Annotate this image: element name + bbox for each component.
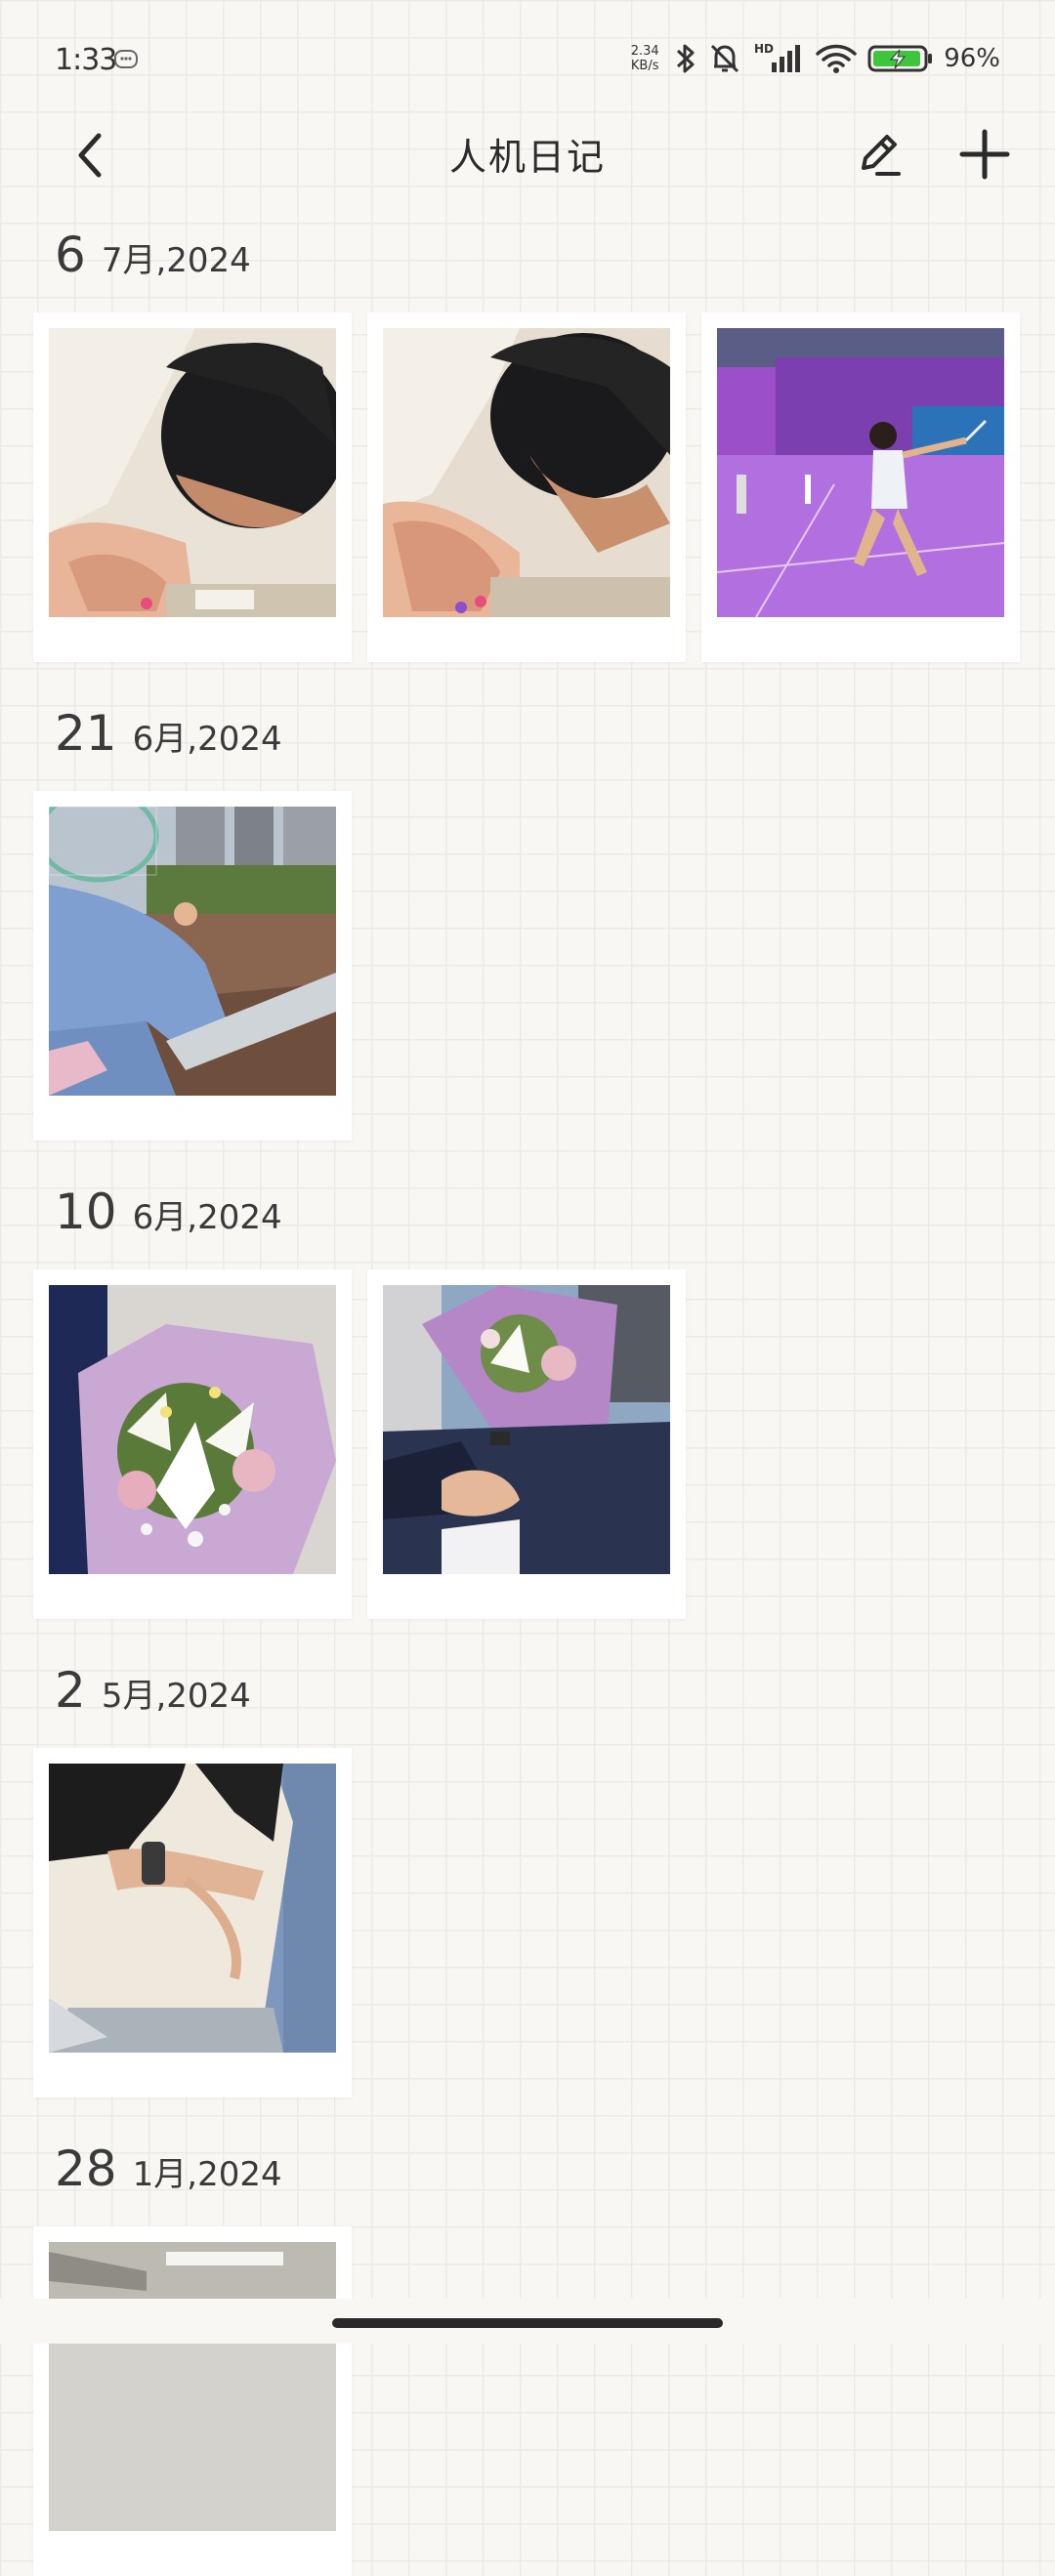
photo-row <box>33 791 352 1141</box>
date-heading: 6 7月,2024 <box>55 227 251 283</box>
date-month-year: 6月,2024 <box>132 1198 282 1237</box>
status-icons: 2.34 KB/s HD 96% <box>625 39 1000 78</box>
diary-photo-card[interactable] <box>33 791 352 1141</box>
date-heading: 2 5月,2024 <box>55 1662 251 1719</box>
diary-photo-card[interactable] <box>33 312 352 662</box>
diary-photo-card[interactable] <box>33 1269 352 1619</box>
hugging-couple-photo <box>49 1764 336 2053</box>
train-interior-photo <box>49 2242 336 2531</box>
badminton-player-court-photo <box>717 328 1004 617</box>
date-month-year: 7月,2024 <box>101 241 251 280</box>
message-notification-icon <box>114 50 138 68</box>
date-heading: 21 6月,2024 <box>55 705 282 762</box>
date-day: 28 <box>55 2140 117 2197</box>
edit-button[interactable] <box>848 123 910 186</box>
person-leaning-over-table-photo <box>49 328 336 617</box>
diary-photo-card[interactable] <box>367 1269 686 1619</box>
date-day: 21 <box>55 705 117 762</box>
diary-photo-card[interactable] <box>33 2226 352 2576</box>
person-holding-racket-city-photo <box>49 807 336 1096</box>
bell-muted-icon <box>711 44 739 73</box>
lily-bouquet-photo <box>49 1285 336 1574</box>
network-type-label: HD <box>754 42 774 56</box>
status-bar: 1:33 2.34 KB/s HD 96% <box>0 0 1055 117</box>
diary-photo-card[interactable] <box>701 312 1020 662</box>
status-time: 1:33 <box>55 43 117 77</box>
date-day: 6 <box>55 227 86 283</box>
app-header: 人机日记 <box>0 117 1055 225</box>
date-heading: 10 6月,2024 <box>55 1184 282 1240</box>
date-month-year: 5月,2024 <box>101 1677 251 1716</box>
diary-photo-card[interactable] <box>33 1748 352 2098</box>
photo-row <box>33 2226 352 2576</box>
plus-icon <box>959 129 1010 180</box>
date-day: 2 <box>55 1662 86 1719</box>
pencil-icon <box>862 135 901 176</box>
person-leaning-over-table-photo <box>383 328 670 617</box>
network-speed-unit: KB/s <box>630 59 659 73</box>
photo-row <box>33 312 1020 662</box>
photo-row <box>33 1269 686 1619</box>
diary-photo-card[interactable] <box>367 312 686 662</box>
bluetooth-icon <box>677 44 695 73</box>
date-heading: 28 1月,2024 <box>55 2140 282 2197</box>
network-speed: 2.34 KB/s <box>625 44 664 73</box>
cellular-signal-icon: HD <box>754 42 801 72</box>
add-button[interactable] <box>953 123 1016 186</box>
battery-charging-icon <box>867 45 933 72</box>
date-month-year: 1月,2024 <box>132 2155 282 2194</box>
photo-row <box>33 1748 352 2098</box>
date-month-year: 6月,2024 <box>132 720 282 759</box>
bouquet-holding-hands-photo <box>383 1285 670 1574</box>
network-speed-value: 2.34 <box>630 44 659 59</box>
wifi-icon <box>816 44 857 73</box>
home-indicator[interactable] <box>332 2318 723 2328</box>
battery-percent: 96% <box>944 44 1000 73</box>
date-day: 10 <box>55 1184 117 1240</box>
